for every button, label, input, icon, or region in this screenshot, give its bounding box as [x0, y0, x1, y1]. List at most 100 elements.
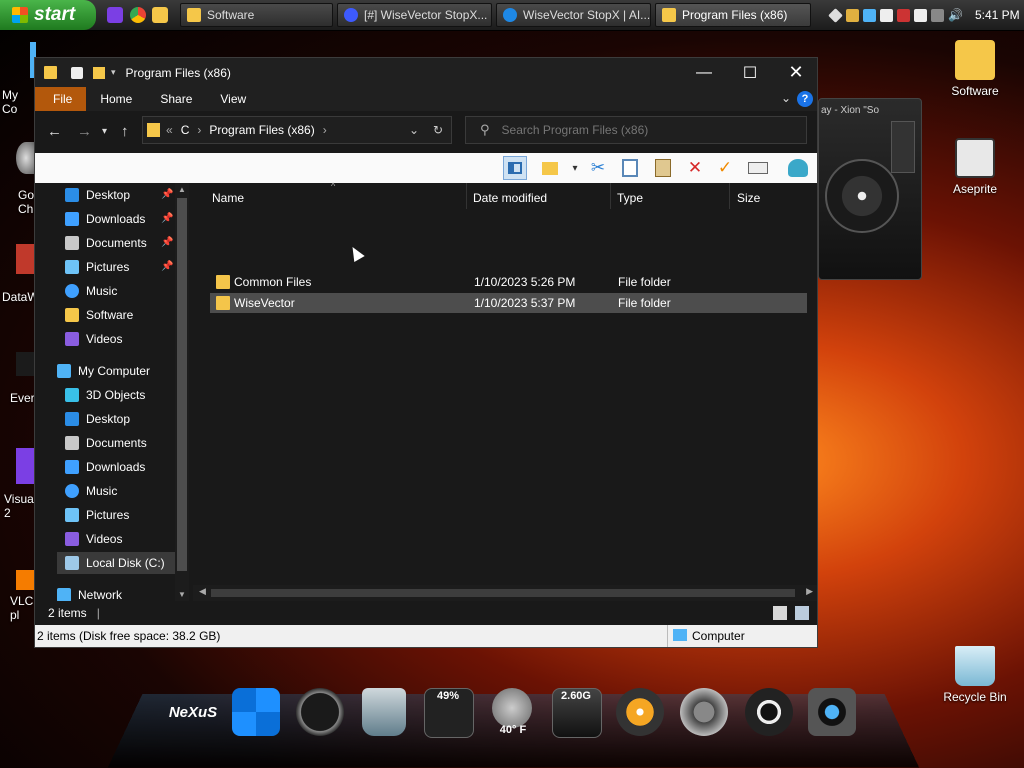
- chrome-shortcut-icon[interactable]: [16, 142, 36, 174]
- nav-item-network[interactable]: Network: [57, 584, 193, 601]
- nav-scrollbar-thumb[interactable]: [177, 198, 187, 571]
- breadcrumb-separator-icon[interactable]: ›: [323, 123, 327, 137]
- scroll-right-icon[interactable]: ▶: [806, 586, 813, 597]
- nav-item-videos-2[interactable]: Videos: [65, 528, 193, 550]
- desktop-icon-recycle-bin[interactable]: Recycle Bin: [935, 646, 1015, 704]
- datawrangler-icon[interactable]: [16, 244, 36, 274]
- search-box[interactable]: ⚲: [465, 116, 807, 144]
- file-row[interactable]: Common Files 1/10/2023 5:26 PM File fold…: [210, 272, 807, 292]
- cut-icon[interactable]: ✂: [588, 158, 608, 178]
- recycle-bin-dock-icon[interactable]: [362, 688, 406, 736]
- nav-item-pictures[interactable]: Pictures: [65, 256, 193, 278]
- address-bar[interactable]: « C › Program Files (x86) › ⌄ ↻: [142, 116, 452, 144]
- pin-icon[interactable]: 📌: [161, 261, 173, 272]
- column-divider[interactable]: [610, 183, 611, 209]
- folder-icon[interactable]: [152, 7, 168, 23]
- task-software[interactable]: Software: [180, 3, 333, 27]
- nav-item-3d-objects[interactable]: 3D Objects: [65, 384, 193, 406]
- nav-item-local-disk[interactable]: Local Disk (C:): [57, 552, 175, 574]
- maximize-button[interactable]: ☐: [727, 58, 773, 87]
- tab-file[interactable]: File: [35, 87, 87, 111]
- help-icon[interactable]: ?: [797, 91, 813, 107]
- nav-item-documents[interactable]: Documents: [65, 232, 193, 254]
- desktop-icon-software[interactable]: Software: [935, 40, 1015, 98]
- tray-app-icon[interactable]: [846, 8, 859, 22]
- back-button[interactable]: ←: [47, 123, 62, 140]
- column-header-size[interactable]: Size: [737, 188, 760, 208]
- nav-item-downloads-2[interactable]: Downloads: [65, 456, 193, 478]
- tab-view[interactable]: View: [206, 87, 260, 111]
- media-player-icon[interactable]: [745, 688, 793, 736]
- nav-item-desktop-2[interactable]: Desktop: [65, 408, 193, 430]
- start-button[interactable]: start: [0, 0, 96, 30]
- clock[interactable]: 5:41 PM: [975, 8, 1020, 22]
- tray-app-icon[interactable]: [914, 8, 927, 22]
- shell-icon[interactable]: [788, 158, 808, 178]
- new-folder-tool-icon[interactable]: [540, 158, 560, 178]
- volume-icon[interactable]: 🔊: [948, 8, 963, 22]
- copy-icon[interactable]: [620, 158, 640, 178]
- minimize-button[interactable]: —: [681, 58, 727, 87]
- breadcrumb-current[interactable]: Program Files (x86): [209, 123, 314, 137]
- column-header-type[interactable]: Type: [617, 188, 643, 208]
- new-folder-icon[interactable]: [93, 66, 105, 79]
- visual-studio-icon[interactable]: [107, 7, 123, 23]
- nav-item-videos[interactable]: Videos: [65, 328, 193, 350]
- nav-item-my-computer[interactable]: My Computer: [57, 360, 193, 382]
- task-wisevector-forum[interactable]: [#] WiseVector StopX...: [337, 3, 492, 27]
- chevron-down-icon[interactable]: ▾: [111, 67, 116, 78]
- properties-icon[interactable]: [71, 66, 83, 79]
- clock-dock-icon[interactable]: [296, 688, 344, 736]
- tab-home[interactable]: Home: [86, 87, 146, 111]
- details-view-icon[interactable]: [773, 606, 787, 620]
- paste-icon[interactable]: [653, 158, 673, 178]
- large-icons-view-icon[interactable]: [795, 606, 809, 620]
- weather-moon-icon[interactable]: [492, 688, 532, 728]
- nav-item-desktop[interactable]: Desktop: [65, 184, 193, 206]
- evernote-icon[interactable]: [16, 352, 36, 376]
- nav-item-pictures-2[interactable]: Pictures: [65, 504, 193, 526]
- media-player-widget[interactable]: ay - Xion "So: [818, 98, 922, 280]
- tray-app-icon[interactable]: [880, 8, 893, 22]
- disc-icon[interactable]: [825, 159, 899, 233]
- forward-button[interactable]: →: [77, 123, 92, 140]
- recent-locations-icon[interactable]: ▾: [102, 126, 107, 137]
- nav-item-downloads[interactable]: Downloads: [65, 208, 193, 230]
- scroll-left-icon[interactable]: ◀: [199, 586, 206, 597]
- delete-icon[interactable]: ✕: [685, 158, 705, 178]
- network-icon[interactable]: [931, 8, 944, 22]
- column-header-date-modified[interactable]: Date modified: [473, 188, 547, 208]
- nav-item-documents-2[interactable]: Documents: [65, 432, 193, 454]
- refresh-icon[interactable]: ↻: [433, 123, 443, 137]
- title-bar[interactable]: ▾ Program Files (x86) — ☐ ✕: [35, 58, 817, 87]
- camera-icon[interactable]: [808, 688, 856, 736]
- volume-slider[interactable]: [891, 121, 915, 173]
- tray-app-icon[interactable]: [897, 8, 910, 22]
- browser-dock-icon[interactable]: [616, 688, 664, 736]
- tray-app-icon[interactable]: [863, 8, 876, 22]
- up-button[interactable]: ↑: [121, 123, 129, 140]
- diamond-icon[interactable]: [828, 7, 843, 23]
- column-divider[interactable]: [729, 183, 730, 209]
- task-wisevector-edge[interactable]: WiseVector StopX | AI...: [496, 3, 651, 27]
- search-input[interactable]: [499, 122, 794, 138]
- breadcrumb-root[interactable]: C: [181, 123, 190, 137]
- pin-icon[interactable]: 📌: [161, 213, 173, 224]
- power-icon[interactable]: [680, 688, 728, 736]
- pin-icon[interactable]: 📌: [161, 189, 173, 200]
- close-button[interactable]: ✕: [773, 58, 819, 87]
- checkmark-icon[interactable]: ✓: [715, 158, 735, 178]
- desktop-icon-aseprite[interactable]: Aseprite: [935, 138, 1015, 196]
- pin-icon[interactable]: 📌: [161, 237, 173, 248]
- nav-item-music-2[interactable]: Music: [65, 480, 193, 502]
- column-header-name[interactable]: Name: [212, 188, 244, 208]
- scroll-up-icon[interactable]: ▲: [178, 185, 186, 194]
- vlc-icon[interactable]: [16, 570, 36, 590]
- breadcrumb-separator-icon[interactable]: ›: [197, 123, 201, 137]
- horizontal-scrollbar[interactable]: ◀ ▶: [193, 585, 817, 601]
- visual-studio-shortcut-icon[interactable]: [16, 448, 36, 484]
- nav-item-software[interactable]: Software: [65, 304, 193, 326]
- scroll-down-icon[interactable]: ▼: [178, 590, 186, 599]
- chrome-icon[interactable]: [130, 7, 146, 23]
- address-dropdown-icon[interactable]: ⌄: [409, 123, 419, 137]
